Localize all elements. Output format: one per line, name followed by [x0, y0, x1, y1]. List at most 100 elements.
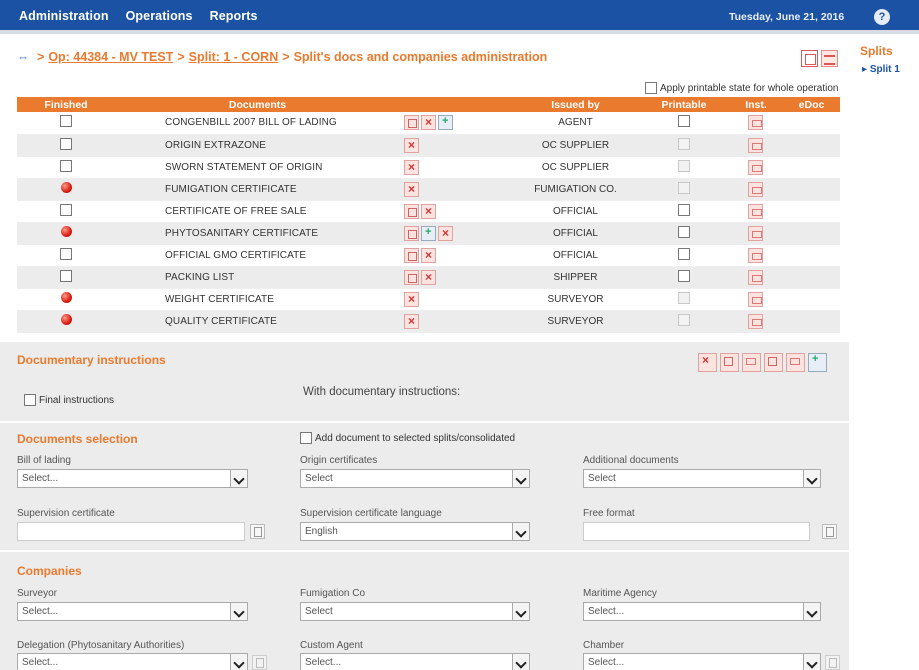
edit-icon[interactable] — [404, 225, 419, 241]
printable-checkbox[interactable] — [678, 203, 690, 216]
instruction-icon[interactable] — [747, 313, 763, 329]
menu-operations[interactable]: Operations — [126, 9, 193, 23]
supervision-certificate-field[interactable] — [17, 522, 245, 541]
back-arrow-icon[interactable]: ⇔ — [17, 50, 29, 64]
printable-checkbox[interactable] — [678, 247, 690, 260]
instruction-icon[interactable] — [747, 181, 763, 197]
breadcrumb-split-link[interactable]: Split: 1 - CORN — [189, 50, 279, 64]
add-document-option[interactable]: Add document to selected splits/consolid… — [300, 432, 515, 444]
col-issued-by: Issued by — [512, 97, 639, 112]
inst-cell — [729, 288, 783, 311]
delete-icon[interactable] — [438, 225, 453, 241]
edit-icon[interactable] — [404, 269, 419, 285]
apply-printable-option[interactable]: Apply printable state for whole operatio… — [645, 82, 838, 94]
list-icon[interactable] — [821, 50, 838, 67]
finished-cell — [17, 156, 115, 179]
finished-checkbox[interactable] — [60, 115, 72, 128]
custom-agent-select[interactable]: Select... — [300, 653, 530, 670]
finished-checkbox[interactable] — [60, 247, 72, 260]
menu-administration[interactable]: Administration — [19, 9, 109, 23]
edit-icon[interactable] — [720, 353, 739, 372]
delete-icon[interactable] — [404, 291, 419, 307]
finished-cell — [17, 112, 115, 135]
copy-icon[interactable] — [808, 353, 827, 372]
breadcrumb-operation-link[interactable]: Op: 44384 - MV TEST — [48, 50, 173, 64]
delegation-select[interactable]: Select... — [17, 653, 248, 670]
final-instructions-checkbox[interactable] — [24, 394, 36, 406]
document-picker-icon[interactable] — [825, 655, 840, 670]
origin-certificates-label: Origin certificates — [300, 455, 378, 466]
finished-cell — [17, 244, 115, 267]
finished-checkbox[interactable] — [60, 269, 72, 282]
pencil-icon[interactable] — [764, 353, 783, 372]
delete-icon[interactable] — [404, 313, 419, 329]
document-picker-icon[interactable] — [250, 524, 265, 539]
finished-cell — [17, 200, 115, 223]
instruction-icon[interactable] — [747, 247, 763, 263]
printable-checkbox[interactable] — [678, 269, 690, 282]
comment-icon[interactable] — [742, 353, 761, 372]
delegation-label: Delegation (Phytosanitary Authorities) — [17, 640, 185, 651]
edit-icon[interactable] — [404, 115, 419, 131]
delete-icon[interactable] — [421, 269, 436, 285]
supervision-language-select[interactable]: English — [300, 522, 530, 541]
origin-certificates-select[interactable]: Select — [300, 469, 530, 488]
instruction-icon[interactable] — [747, 203, 763, 219]
apply-printable-checkbox[interactable] — [645, 82, 657, 94]
instruction-icon[interactable] — [747, 269, 763, 285]
free-format-field[interactable] — [583, 522, 810, 541]
document-picker-icon[interactable] — [822, 524, 837, 539]
add-document-checkbox[interactable] — [300, 432, 312, 444]
split-label: Split 1 — [869, 64, 900, 75]
instruction-icon[interactable] — [747, 291, 763, 307]
printable-checkbox[interactable] — [678, 115, 690, 128]
edit-icon[interactable] — [404, 247, 419, 263]
instruction-icon[interactable] — [747, 225, 763, 241]
maritime-agency-select[interactable]: Select... — [583, 602, 821, 621]
finished-checkbox[interactable] — [60, 159, 72, 172]
instruction-icon[interactable] — [747, 159, 763, 175]
maritime-agency-value: Select... — [588, 606, 625, 617]
delete-icon[interactable] — [404, 137, 419, 153]
chamber-select[interactable]: Select... — [583, 653, 821, 670]
apply-printable-label: Apply printable state for whole operatio… — [660, 82, 839, 94]
menu-reports[interactable]: Reports — [210, 9, 258, 23]
finished-checkbox[interactable] — [60, 203, 72, 216]
add-document-label: Add document to selected splits/consolid… — [315, 432, 516, 444]
delete-icon[interactable] — [421, 203, 436, 219]
delete-icon[interactable] — [404, 181, 419, 197]
bill-of-lading-select[interactable]: Select... — [17, 469, 248, 488]
print-icon[interactable] — [801, 50, 818, 67]
edoc-cell — [783, 112, 840, 135]
splits-title[interactable]: Splits — [860, 44, 893, 58]
edit-icon[interactable] — [404, 203, 419, 219]
free-format-label: Free format — [583, 508, 635, 519]
surveyor-select[interactable]: Select... — [17, 602, 248, 621]
document-name: QUALITY CERTIFICATE — [115, 310, 400, 333]
document-picker-icon[interactable] — [252, 655, 267, 670]
final-instructions-option[interactable]: Final instructions — [24, 394, 114, 406]
instruction-icon[interactable] — [747, 137, 763, 153]
split-link[interactable]: ▸ Split 1 — [862, 64, 900, 75]
finished-status-icon — [60, 226, 72, 237]
issued-by: SURVEYOR — [512, 310, 639, 333]
instruction-icon[interactable] — [747, 115, 763, 131]
additional-documents-select[interactable]: Select — [583, 469, 821, 488]
delete-icon[interactable] — [421, 247, 436, 263]
add-copy-icon[interactable] — [421, 225, 436, 241]
template-icon[interactable] — [786, 353, 805, 372]
delete-icon[interactable] — [421, 115, 436, 131]
help-icon[interactable]: ? — [874, 9, 890, 25]
fumigation-co-select[interactable]: Select — [300, 602, 530, 621]
document-actions — [400, 266, 512, 289]
chevron-down-icon — [512, 603, 529, 620]
issued-by: AGENT — [512, 112, 639, 135]
add-copy-icon[interactable] — [438, 115, 453, 131]
finished-checkbox[interactable] — [60, 137, 72, 150]
delete-icon[interactable] — [404, 159, 419, 175]
delete-icon[interactable] — [698, 353, 717, 372]
documents-selection-title: Documents selection — [17, 432, 138, 446]
document-actions — [400, 200, 512, 223]
printable-checkbox[interactable] — [678, 225, 690, 238]
document-name: PACKING LIST — [115, 266, 400, 289]
